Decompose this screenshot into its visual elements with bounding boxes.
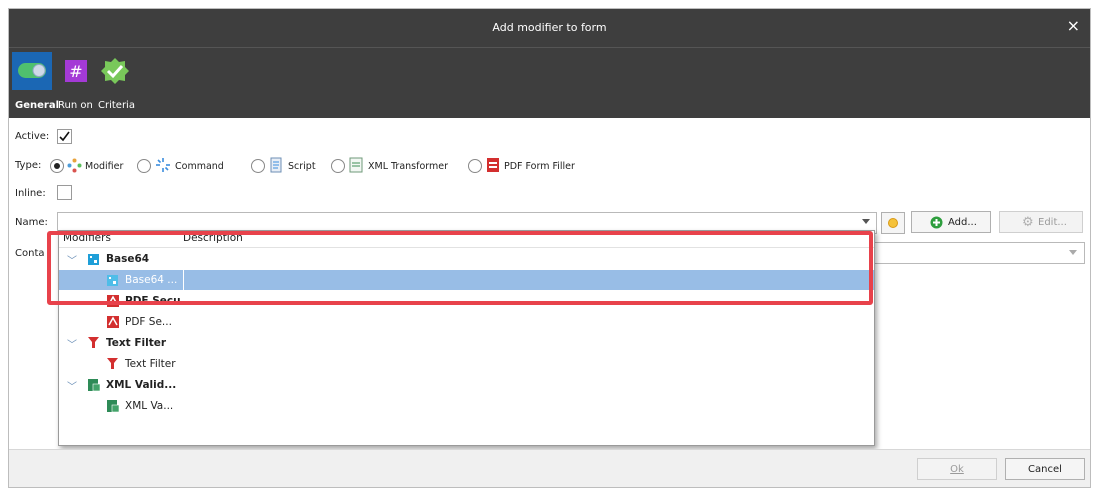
tab-criteria-label: Criteria bbox=[98, 100, 135, 111]
active-label: Active: bbox=[15, 131, 50, 142]
chevron-down-icon[interactable]: ﹀ bbox=[67, 252, 77, 267]
xml-file-icon bbox=[349, 157, 363, 173]
edit-button-label: Edit... bbox=[1038, 217, 1067, 228]
column-divider bbox=[183, 270, 184, 290]
tree-item-label: Base64 ... bbox=[125, 274, 178, 286]
xml-validator-icon bbox=[107, 400, 120, 413]
modifier-icon bbox=[67, 158, 82, 173]
edit-button[interactable]: ⚙ Edit... bbox=[999, 211, 1083, 233]
type-pdf-form-filler-radio[interactable] bbox=[468, 159, 482, 173]
tree-item-label: XML Va... bbox=[125, 400, 174, 412]
pdf-icon bbox=[487, 158, 499, 172]
check-icon bbox=[59, 131, 70, 142]
type-pdf-form-filler-label: PDF Form Filler bbox=[504, 161, 575, 172]
sun-icon bbox=[888, 218, 898, 228]
gear-icon: ⚙ bbox=[1022, 215, 1034, 230]
tab-run-on[interactable]: # bbox=[55, 52, 95, 90]
tree-group-xml-validator[interactable]: ﹀ XML Valid... bbox=[59, 375, 874, 395]
pdf-icon bbox=[107, 295, 119, 307]
cancel-button[interactable]: Cancel bbox=[1005, 458, 1085, 480]
type-command-radio[interactable] bbox=[137, 159, 151, 173]
close-icon[interactable]: × bbox=[1067, 17, 1080, 35]
svg-text:#: # bbox=[69, 62, 82, 81]
tree-item-xml-validator[interactable]: XML Va... bbox=[59, 396, 874, 416]
tab-toolbar: # General Run on Criteria bbox=[9, 47, 1090, 118]
type-xml-transformer-radio[interactable] bbox=[331, 159, 345, 173]
tab-general[interactable] bbox=[12, 52, 52, 90]
hash-icon: # bbox=[65, 60, 87, 82]
tab-criteria[interactable] bbox=[95, 52, 135, 90]
title-bar: Add modifier to form × bbox=[9, 9, 1090, 47]
type-modifier-radio[interactable] bbox=[50, 159, 64, 173]
plus-circle-icon bbox=[930, 216, 943, 229]
type-xml-transformer-label: XML Transformer bbox=[368, 161, 449, 172]
script-icon bbox=[270, 157, 282, 173]
base64-icon bbox=[88, 254, 99, 265]
tree-group-base64[interactable]: ﹀ Base64 bbox=[59, 249, 874, 269]
chevron-down-icon[interactable]: ﹀ bbox=[67, 336, 77, 351]
tree-item-text-filter[interactable]: Text Filter bbox=[59, 354, 874, 374]
active-checkbox[interactable] bbox=[57, 129, 72, 144]
tab-run-on-label: Run on bbox=[58, 100, 93, 111]
tab-general-label: General bbox=[15, 100, 59, 111]
tree-item-pdf-security[interactable]: PDF Se... bbox=[59, 312, 874, 332]
name-label: Name: bbox=[15, 217, 48, 228]
cancel-button-label: Cancel bbox=[1028, 464, 1062, 475]
filter-icon bbox=[107, 358, 118, 369]
tree-item-label: PDF Se... bbox=[125, 316, 172, 328]
container-combobox[interactable] bbox=[872, 242, 1085, 264]
checkmark-badge-icon bbox=[101, 58, 129, 84]
tree-group-pdf-security[interactable]: PDF Secu... bbox=[59, 291, 874, 311]
command-icon bbox=[156, 158, 170, 172]
type-modifier-label: Modifier bbox=[85, 161, 124, 172]
list-header: Modifiers Description bbox=[59, 231, 874, 248]
ok-button[interactable]: Ok bbox=[917, 458, 997, 480]
toggle-icon bbox=[18, 63, 46, 78]
tree-group-label: Base64 bbox=[106, 253, 150, 265]
xml-validator-icon bbox=[88, 379, 101, 392]
type-label: Type: bbox=[15, 160, 42, 171]
add-button-label: Add... bbox=[948, 217, 977, 228]
tree-item-base64[interactable]: Base64 ... bbox=[59, 270, 874, 290]
tree-group-label: Text Filter bbox=[106, 337, 167, 349]
chevron-down-icon[interactable]: ﹀ bbox=[67, 378, 77, 393]
dialog-title: Add modifier to form bbox=[492, 21, 607, 34]
base64-icon bbox=[107, 275, 118, 286]
column-modifiers: Modifiers bbox=[63, 232, 111, 244]
type-script-label: Script bbox=[288, 161, 316, 172]
tree-item-label: Text Filter bbox=[125, 358, 176, 370]
add-button[interactable]: Add... bbox=[911, 211, 991, 233]
pdf-icon bbox=[107, 316, 119, 328]
column-description: Description bbox=[183, 232, 243, 244]
type-command-label: Command bbox=[175, 161, 224, 172]
dropdown-arrow-icon[interactable] bbox=[862, 219, 870, 224]
modifier-dropdown-list[interactable]: Modifiers Description ﹀ Base64 Base64 ..… bbox=[58, 230, 875, 446]
new-modifier-button[interactable] bbox=[881, 212, 905, 234]
container-dropdown-arrow-icon[interactable] bbox=[1069, 250, 1077, 255]
type-script-radio[interactable] bbox=[251, 159, 265, 173]
dialog-window: Add modifier to form × # General Run on … bbox=[8, 8, 1091, 488]
inline-label: Inline: bbox=[15, 188, 46, 199]
tree-group-text-filter[interactable]: ﹀ Text Filter bbox=[59, 333, 874, 353]
inline-checkbox[interactable] bbox=[57, 185, 72, 200]
container-label: Conta bbox=[15, 248, 45, 259]
ok-button-label: Ok bbox=[950, 464, 964, 475]
filter-icon bbox=[88, 337, 99, 348]
tree-group-label: PDF Secu... bbox=[125, 295, 193, 307]
tree-group-label: XML Valid... bbox=[106, 379, 177, 391]
dialog-footer: Ok Cancel bbox=[9, 449, 1090, 487]
